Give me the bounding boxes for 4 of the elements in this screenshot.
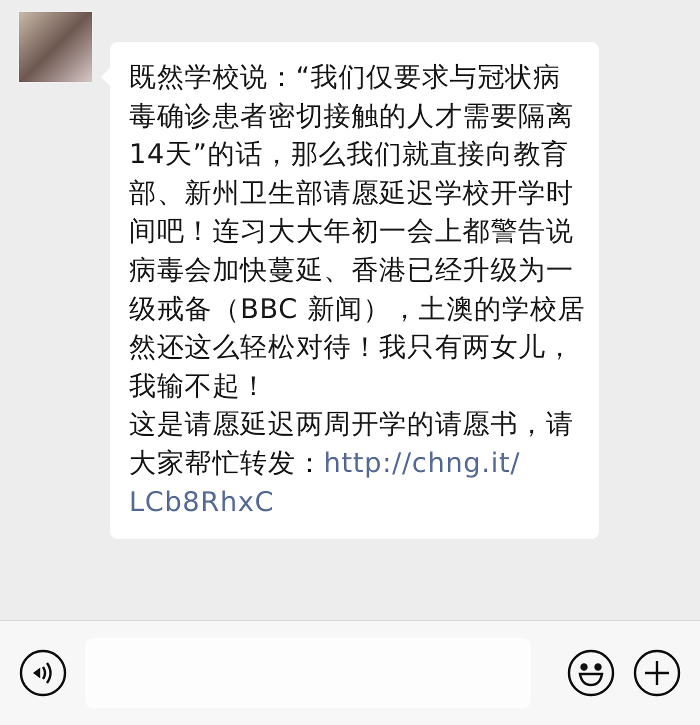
voice-icon[interactable] (19, 649, 67, 697)
emoji-icon[interactable] (567, 649, 615, 697)
message-text: 既然学校说：“我们仅要求与冠状病 毒确诊患者密切接触的人才需要隔离 14天”的话，那么我们就直接向教育 部、新州卫生部请愿延迟学校开学时 间吧！连习大大年初一会上都警告说 病毒会加快蔓延、香港已经升级为一 级戒备（BBC 新闻），土澳的学校居 然还这么轻松对待！我只有两女儿， 我输不起！ 这是请愿延迟两周开学的请愿书，请 (129, 61, 586, 442)
add-icon[interactable] (633, 649, 681, 697)
